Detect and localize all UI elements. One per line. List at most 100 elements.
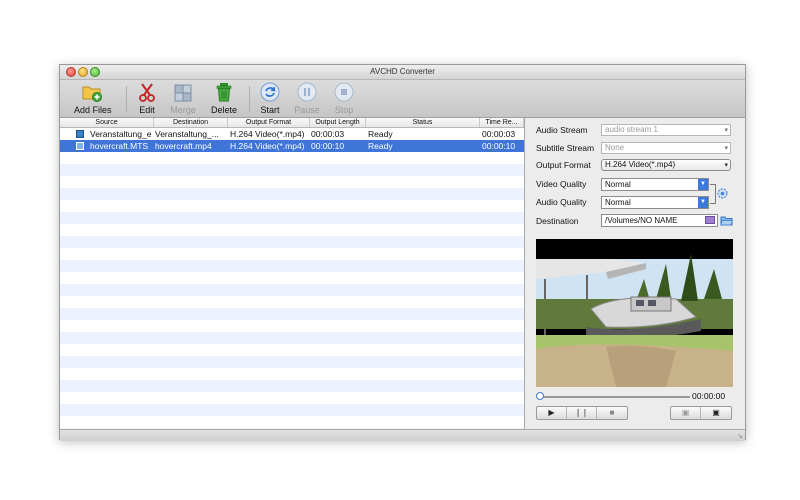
output-format-select[interactable]: H.264 Video(*.mp4) ▾: [601, 159, 731, 171]
stop-icon: [333, 81, 355, 103]
empty-row: [60, 152, 524, 164]
delete-label: Delete: [210, 105, 237, 115]
pause-button[interactable]: Pause: [292, 81, 322, 117]
empty-row: [60, 188, 524, 200]
start-button[interactable]: Start: [257, 81, 283, 117]
camera-icon: ▣: [681, 408, 690, 417]
row-source: Veranstaltung_e: [90, 129, 152, 139]
chevron-down-icon: ▾: [724, 127, 728, 134]
empty-row: [60, 404, 524, 416]
pause-icon: [296, 81, 318, 103]
file-list[interactable]: Source Destination Output Format Output …: [60, 118, 525, 429]
audio-stream-label: Audio Stream: [536, 125, 588, 135]
close-window-button[interactable]: [66, 67, 76, 77]
refresh-start-icon: [259, 81, 281, 103]
column-header-status[interactable]: Status: [366, 118, 480, 127]
video-preview[interactable]: [536, 239, 733, 387]
empty-row: [60, 272, 524, 284]
play-button[interactable]: ▶: [537, 407, 567, 419]
pause-playback-button[interactable]: ❙❙: [567, 407, 597, 419]
empty-row: [60, 320, 524, 332]
empty-row: [60, 356, 524, 368]
chevron-down-icon[interactable]: ▼: [698, 179, 708, 190]
zoom-window-button[interactable]: [90, 67, 100, 77]
row-destination: hovercraft.mp4: [155, 141, 212, 151]
empty-row: [60, 284, 524, 296]
chevron-down-icon: ▾: [724, 162, 728, 169]
row-format: H.264 Video(*.mp4): [230, 129, 305, 139]
add-folder-icon: [81, 81, 103, 103]
destination-value: /Volumes/NO NAME: [605, 216, 678, 225]
audio-quality-value: Normal: [605, 198, 631, 207]
empty-row: [60, 332, 524, 344]
window-title: AVCHD Converter: [370, 67, 435, 76]
snapshot-button[interactable]: ▣: [671, 407, 701, 419]
seek-bar[interactable]: [536, 392, 690, 400]
empty-row: [60, 176, 524, 188]
empty-row: [60, 416, 524, 428]
destination-field[interactable]: /Volumes/NO NAME: [601, 214, 718, 227]
open-folder-icon[interactable]: [720, 214, 734, 227]
stop-label: Stop: [334, 105, 354, 115]
status-bar: ↘: [60, 429, 745, 441]
empty-row: [60, 248, 524, 260]
column-header-source[interactable]: Source: [60, 118, 154, 127]
merge-label: Merge: [170, 105, 196, 115]
column-header-time-remaining[interactable]: Time Re...: [480, 118, 524, 127]
column-header-destination[interactable]: Destination: [154, 118, 228, 127]
add-files-button[interactable]: Add Files: [74, 81, 112, 117]
snapshot-folder-button[interactable]: ▣: [701, 407, 731, 419]
audio-stream-select[interactable]: audio stream 1 ▾: [601, 124, 731, 136]
play-icon: ▶: [548, 408, 555, 417]
row-source: hovercraft.MTS: [90, 141, 149, 151]
trash-icon: [213, 81, 235, 103]
audio-quality-combo[interactable]: Normal ▼: [601, 196, 709, 209]
minimize-window-button[interactable]: [78, 67, 88, 77]
empty-row: [60, 308, 524, 320]
row-time: 00:00:10: [482, 141, 516, 151]
stop-playback-button[interactable]: ■: [597, 407, 627, 419]
merge-button[interactable]: Merge: [168, 81, 198, 117]
toolbar-separator: [249, 86, 250, 112]
gear-icon[interactable]: [716, 187, 729, 200]
video-file-icon: [76, 142, 84, 150]
empty-row: [60, 236, 524, 248]
snapshot-controls: ▣ ▣: [670, 406, 732, 420]
file-list-header: Source Destination Output Format Output …: [60, 118, 524, 128]
folder-purple-icon[interactable]: [705, 216, 715, 224]
settings-panel: Audio Stream audio stream 1 ▾ Subtitle S…: [526, 118, 745, 429]
chevron-down-icon[interactable]: ▼: [698, 197, 708, 208]
column-header-output-format[interactable]: Output Format: [228, 118, 310, 127]
empty-row: [60, 368, 524, 380]
video-quality-label: Video Quality: [536, 179, 587, 189]
empty-row: [60, 260, 524, 272]
table-row[interactable]: Veranstaltung_e Veranstaltung_... H.264 …: [60, 128, 524, 140]
edit-button[interactable]: Edit: [135, 81, 159, 117]
file-list-rows: Veranstaltung_e Veranstaltung_... H.264 …: [60, 128, 524, 429]
playback-controls: ▶ ❙❙ ■: [536, 406, 628, 420]
scissors-icon: [136, 81, 158, 103]
stop-button[interactable]: Stop: [331, 81, 357, 117]
column-header-output-length[interactable]: Output Length: [310, 118, 366, 127]
empty-row: [60, 212, 524, 224]
resize-grip-icon[interactable]: ↘: [737, 432, 743, 440]
row-status: Ready: [368, 141, 393, 151]
subtitle-stream-value: None: [605, 143, 625, 152]
row-destination: Veranstaltung_...: [155, 129, 219, 139]
subtitle-stream-label: Subtitle Stream: [536, 143, 595, 153]
audio-stream-value: audio stream 1: [605, 125, 658, 134]
output-format-label: Output Format: [536, 160, 591, 170]
delete-button[interactable]: Delete: [208, 81, 240, 117]
chevron-down-icon: ▾: [724, 145, 728, 152]
audio-quality-label: Audio Quality: [536, 197, 587, 207]
seek-knob[interactable]: [536, 392, 544, 400]
empty-row: [60, 380, 524, 392]
video-quality-value: Normal: [605, 180, 631, 189]
table-row[interactable]: hovercraft.MTS hovercraft.mp4 H.264 Vide…: [60, 140, 524, 152]
edit-label: Edit: [139, 105, 155, 115]
row-length: 00:00:10: [311, 141, 345, 151]
row-format: H.264 Video(*.mp4): [230, 141, 305, 151]
video-quality-combo[interactable]: Normal ▼: [601, 178, 709, 191]
empty-row: [60, 296, 524, 308]
subtitle-stream-select[interactable]: None ▾: [601, 142, 731, 154]
